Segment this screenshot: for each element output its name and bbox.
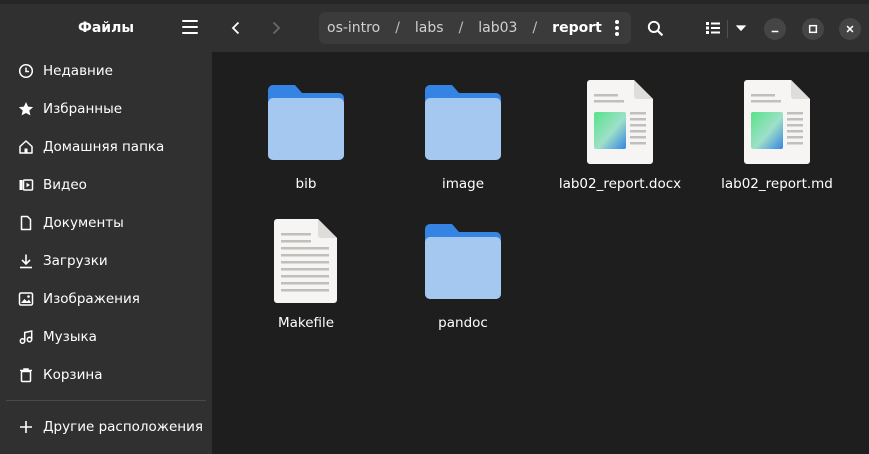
- music-icon: [17, 328, 35, 346]
- view-list-button[interactable]: [701, 16, 725, 40]
- close-icon: [846, 25, 854, 33]
- view-options-button[interactable]: [729, 16, 753, 40]
- file-name: lab02_report.docx: [558, 176, 682, 192]
- sidebar-item-label: Документы: [43, 215, 124, 231]
- file-item-pandoc[interactable]: pandoc: [398, 217, 528, 331]
- sidebar-item-pictures[interactable]: Изображения: [0, 280, 212, 318]
- file-name: image: [441, 176, 485, 192]
- sidebar-item-label: Домашняя папка: [43, 139, 165, 155]
- clock-icon: [17, 62, 35, 80]
- sidebar-item-starred[interactable]: Избранные: [0, 90, 212, 128]
- image-document-icon: [737, 78, 817, 164]
- list-view-icon: [706, 22, 720, 34]
- text-document-icon: [266, 217, 346, 303]
- breadcrumb-current[interactable]: report: [550, 20, 604, 36]
- sidebar: Файлы Недавние Избранные Домашняя папка …: [0, 4, 212, 454]
- sidebar-item-downloads[interactable]: Загрузки: [0, 242, 212, 280]
- folder-icon: [423, 217, 503, 303]
- breadcrumb: os-intro / labs / lab03 / report: [319, 12, 631, 44]
- sidebar-header: Файлы: [0, 4, 212, 52]
- breadcrumb-separator: /: [532, 20, 538, 36]
- breadcrumb-os-intro[interactable]: os-intro: [325, 20, 382, 36]
- sidebar-item-videos[interactable]: Видео: [0, 166, 212, 204]
- breadcrumb-separator: /: [458, 20, 464, 36]
- main-menu-button[interactable]: [182, 20, 198, 34]
- minimize-button[interactable]: [764, 18, 786, 40]
- file-name: Makefile: [277, 315, 335, 331]
- chevron-down-icon: [735, 25, 747, 32]
- sidebar-item-home[interactable]: Домашняя папка: [0, 128, 212, 166]
- plus-icon: [17, 418, 35, 436]
- chevron-left-icon: [231, 21, 240, 35]
- sidebar-item-other-locations[interactable]: Другие расположения: [0, 408, 212, 446]
- folder-icon: [423, 78, 503, 164]
- file-name: pandoc: [438, 315, 488, 331]
- home-icon: [17, 138, 35, 156]
- minimize-icon: [771, 30, 779, 33]
- forward-button[interactable]: [264, 16, 288, 40]
- sidebar-item-label: Видео: [43, 177, 87, 193]
- sidebar-item-documents[interactable]: Документы: [0, 204, 212, 242]
- app-title: Файлы: [77, 20, 135, 36]
- search-button[interactable]: [643, 16, 667, 40]
- file-item-makefile[interactable]: Makefile: [241, 217, 371, 331]
- maximize-icon: [808, 24, 818, 34]
- breadcrumb-lab03[interactable]: lab03: [476, 20, 519, 36]
- toolbar-divider: [727, 20, 728, 38]
- image-document-icon: [580, 78, 660, 164]
- sidebar-divider: [6, 400, 206, 401]
- sidebar-item-music[interactable]: Музыка: [0, 318, 212, 356]
- path-menu-button[interactable]: [615, 20, 619, 36]
- header-bar: os-intro / labs / lab03 / report: [212, 4, 869, 52]
- file-view: bib image lab02_report.docx lab02_report…: [212, 52, 869, 454]
- breadcrumb-separator: /: [395, 20, 400, 36]
- file-item-image[interactable]: image: [398, 78, 528, 192]
- folder-icon: [266, 78, 346, 164]
- search-icon: [647, 20, 663, 36]
- star-icon: [17, 100, 35, 118]
- sidebar-item-label: Избранные: [43, 101, 123, 117]
- sidebar-item-label: Изображения: [43, 291, 140, 307]
- download-icon: [17, 252, 35, 270]
- image-icon: [17, 290, 35, 308]
- chevron-right-icon: [272, 21, 281, 35]
- trash-icon: [17, 366, 35, 384]
- sidebar-item-recent[interactable]: Недавние: [0, 52, 212, 90]
- video-icon: [17, 176, 35, 194]
- sidebar-item-label: Загрузки: [43, 253, 108, 269]
- sidebar-item-label: Музыка: [43, 329, 97, 345]
- sidebar-item-trash[interactable]: Корзина: [0, 356, 212, 394]
- file-item-bib[interactable]: bib: [241, 78, 371, 192]
- maximize-button[interactable]: [802, 18, 824, 40]
- close-button[interactable]: [839, 18, 861, 40]
- breadcrumb-labs[interactable]: labs: [413, 20, 446, 36]
- file-item-lab02-report-md[interactable]: lab02_report.md: [712, 78, 842, 192]
- file-name: bib: [295, 176, 317, 192]
- back-button[interactable]: [224, 16, 248, 40]
- sidebar-item-label: Корзина: [43, 367, 103, 383]
- sidebar-item-label: Недавние: [43, 63, 113, 79]
- document-icon: [17, 214, 35, 232]
- file-name: lab02_report.md: [721, 176, 833, 192]
- file-item-lab02-report-docx[interactable]: lab02_report.docx: [555, 78, 685, 192]
- sidebar-item-label: Другие расположения: [43, 419, 203, 435]
